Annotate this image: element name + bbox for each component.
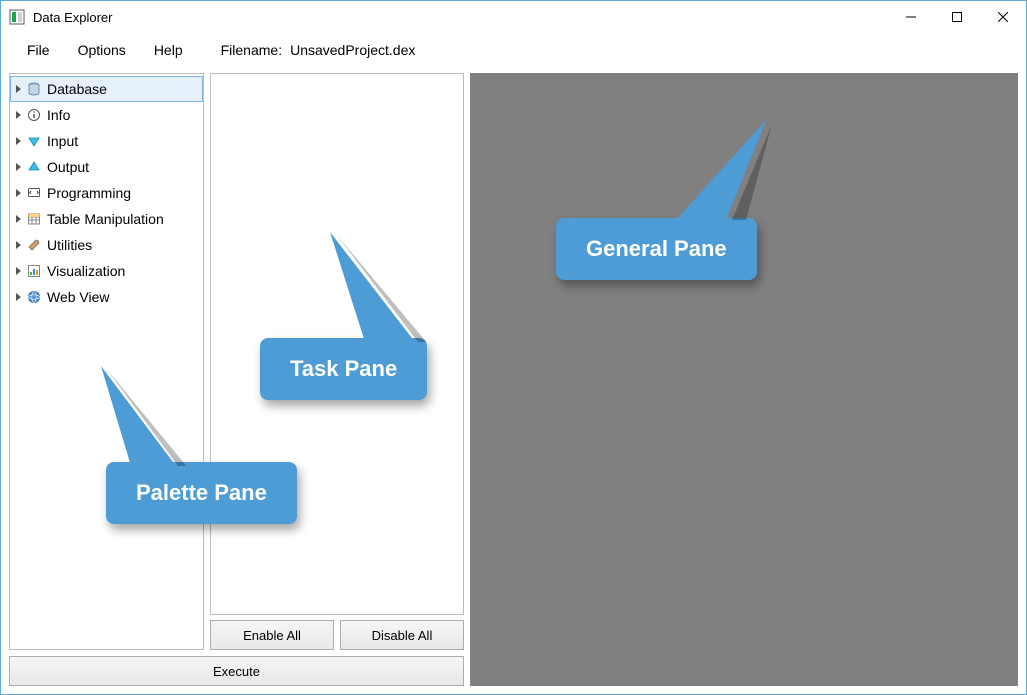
palette-pane: Database Info Input [9, 73, 204, 650]
chevron-right-icon [16, 293, 21, 301]
chevron-right-icon [16, 189, 21, 197]
window-title: Data Explorer [33, 10, 112, 25]
programming-icon [26, 185, 42, 201]
menubar: File Options Help Filename: UnsavedProje… [1, 33, 1026, 67]
menu-help[interactable]: Help [142, 36, 195, 64]
app-icon [9, 9, 25, 25]
tree-label: Output [47, 159, 89, 175]
tree-item-input[interactable]: Input [10, 128, 203, 154]
tree-item-utilities[interactable]: Utilities [10, 232, 203, 258]
info-icon [26, 107, 42, 123]
callout-label: Task Pane [260, 338, 427, 400]
chevron-right-icon [16, 215, 21, 223]
output-icon [26, 159, 42, 175]
chevron-right-icon [16, 111, 21, 119]
disable-all-button[interactable]: Disable All [340, 620, 464, 650]
tree-item-info[interactable]: Info [10, 102, 203, 128]
callout-general: General Pane [556, 218, 757, 280]
tree-label: Utilities [47, 237, 92, 253]
task-buttons: Enable All Disable All [210, 620, 464, 650]
chevron-right-icon [16, 163, 21, 171]
window-controls [888, 1, 1026, 33]
database-icon [26, 81, 42, 97]
chevron-right-icon [16, 241, 21, 249]
menu-options[interactable]: Options [66, 36, 138, 64]
input-icon [26, 133, 42, 149]
callout-label: General Pane [556, 218, 757, 280]
chevron-right-icon [16, 137, 21, 145]
web-icon [26, 289, 42, 305]
chevron-right-icon [16, 85, 21, 93]
execute-button[interactable]: Execute [9, 656, 464, 686]
visualization-icon [26, 263, 42, 279]
tree-item-webview[interactable]: Web View [10, 284, 203, 310]
tree-label: Input [47, 133, 78, 149]
tree-item-database[interactable]: Database [10, 76, 203, 102]
main-window: Data Explorer File Options Help Filename… [0, 0, 1027, 695]
tree-label: Table Manipulation [47, 211, 164, 227]
filename-label: Filename: [221, 42, 282, 58]
tree-label: Info [47, 107, 70, 123]
table-icon [26, 211, 42, 227]
palette-tree: Database Info Input [10, 74, 203, 312]
callout-palette: Palette Pane [106, 462, 297, 524]
close-button[interactable] [980, 1, 1026, 33]
callout-task: Task Pane [260, 338, 427, 400]
tree-item-programming[interactable]: Programming [10, 180, 203, 206]
titlebar: Data Explorer [1, 1, 1026, 33]
tree-item-output[interactable]: Output [10, 154, 203, 180]
minimize-button[interactable] [888, 1, 934, 33]
tree-label: Database [47, 81, 107, 97]
filename-value: UnsavedProject.dex [290, 42, 415, 58]
tree-item-visualization[interactable]: Visualization [10, 258, 203, 284]
maximize-button[interactable] [934, 1, 980, 33]
tree-label: Web View [47, 289, 110, 305]
callout-label: Palette Pane [106, 462, 297, 524]
tree-label: Visualization [47, 263, 125, 279]
menu-file[interactable]: File [15, 36, 62, 64]
tree-item-table[interactable]: Table Manipulation [10, 206, 203, 232]
utilities-icon [26, 237, 42, 253]
tree-label: Programming [47, 185, 131, 201]
enable-all-button[interactable]: Enable All [210, 620, 334, 650]
chevron-right-icon [16, 267, 21, 275]
